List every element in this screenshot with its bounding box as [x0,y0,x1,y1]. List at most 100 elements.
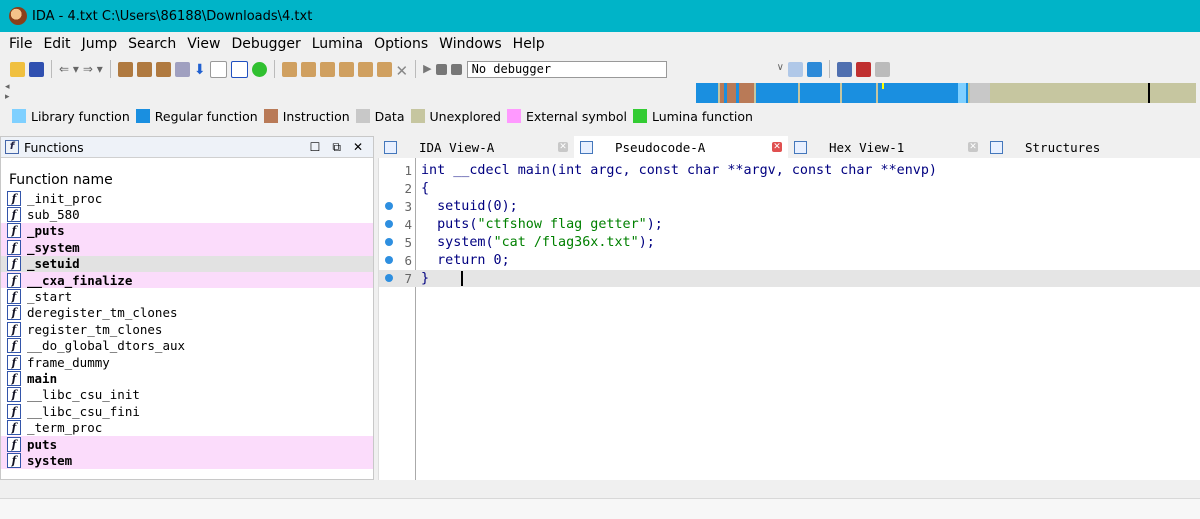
function-list-item[interactable]: f _setuid [1,255,373,272]
function-list-item[interactable]: f deregister_tm_clones [1,305,373,321]
code-line[interactable]: 5 system("cat /flag36x.txt"); [379,234,1200,251]
debug-step-icon[interactable] [806,61,822,77]
function-list-item[interactable]: f system [1,452,373,469]
close-x-icon[interactable]: ✕ [396,62,409,80]
menu-options[interactable]: Options [374,36,428,52]
make-data-icon[interactable] [300,61,316,77]
tab-hex-view-1[interactable]: Hex View-1 ✕ [788,136,984,158]
toolbar-separator [415,60,417,78]
code-line[interactable]: 2{ [379,180,1200,197]
add-struct-icon[interactable] [855,61,871,77]
attach-process-icon[interactable] [787,61,803,77]
close-tab-icon[interactable]: ✕ [772,142,782,152]
make-string-icon[interactable] [319,61,335,77]
navigation-band[interactable] [696,83,1196,103]
function-list-item[interactable]: f __cxa_finalize [1,271,373,289]
close-icon[interactable]: ✕ [353,140,363,155]
search-next-icon[interactable] [174,61,190,77]
run-analysis-icon[interactable] [251,61,267,77]
function-list-item[interactable]: f frame_dummy [1,354,373,370]
function-list-item[interactable]: f _puts [1,222,373,240]
enum-icon[interactable] [874,61,890,77]
function-list-item[interactable]: f _start [1,288,373,305]
breakpoint-dot-icon[interactable] [385,220,393,228]
function-name-column-header[interactable]: Function name [1,158,373,190]
function-name: register_tm_clones [27,321,163,337]
breakpoint-dot-icon[interactable] [385,202,393,210]
graph-mode-icon[interactable] [230,60,248,78]
function-name: __cxa_finalize [27,272,133,288]
function-list-item[interactable]: f register_tm_clones [1,321,373,337]
function-list-item[interactable]: f main [1,370,373,386]
toolbar-separator [273,60,275,78]
menu-lumina[interactable]: Lumina [312,36,363,52]
code-line[interactable]: 4 puts("ctfshow flag getter"); [379,216,1200,233]
menu-view[interactable]: View [187,36,220,52]
function-list-item[interactable]: f _system [1,239,373,256]
menu-help[interactable]: Help [513,36,545,52]
tab-structures[interactable]: Structures [984,136,1164,158]
code-text: { [421,181,430,196]
legend-swatch [263,109,278,123]
pseudocode-view[interactable]: 1 int __cdecl main(int argc, const char *… [378,158,1200,480]
code-line[interactable]: 1 int __cdecl main(int argc, const char *… [379,162,1200,179]
function-list-item[interactable]: f sub_580 [1,206,373,223]
line-number: 7 [404,271,412,286]
function-list-item[interactable]: f __do_global_dtors_aux [1,338,373,354]
code-line[interactable]: 6 return 0; [379,252,1200,269]
toolbar-separator [828,60,830,78]
make-code-icon[interactable] [281,61,297,77]
function-icon: f [7,387,21,403]
function-list-item[interactable]: f _term_proc [1,419,373,436]
view-tabs: IDA View-A ✕ Pseudocode-A ✕ Hex View-1 ✕… [378,136,1200,158]
menu-windows[interactable]: Windows [439,36,502,52]
function-list-item[interactable]: f __libc_csu_fini [1,403,373,419]
tab-pseudocode-a[interactable]: Pseudocode-A ✕ [574,136,788,158]
debugger-select[interactable]: No debugger [466,60,667,78]
nav-scroll-arrows-icon[interactable]: ◂ ▸ [5,82,10,102]
close-tab-icon[interactable]: ✕ [558,142,568,152]
play-icon[interactable]: ▶ [423,62,431,77]
text-search-icon[interactable] [136,61,152,77]
code-line[interactable]: 3 setuid(0); [379,198,1200,215]
function-name: frame_dummy [27,354,110,370]
pause-icon[interactable] [435,63,447,75]
function-list-item[interactable]: f _init_proc [1,190,373,206]
line-number: 6 [404,253,412,268]
output-window[interactable] [0,498,1200,519]
menu-file[interactable]: File [9,36,32,52]
function-icon: f [7,452,21,468]
chevron-down-icon[interactable]: ∨ [777,62,784,77]
menu-edit[interactable]: Edit [43,36,70,52]
undefine-icon[interactable] [357,61,373,77]
structures-icon[interactable] [836,61,852,77]
open-folder-icon[interactable] [10,61,25,77]
float-window-icon[interactable]: ⧉ [332,140,341,155]
menu-jump[interactable]: Jump [82,36,118,52]
breakpoint-dot-icon[interactable] [385,238,393,246]
immediate-search-icon[interactable] [155,61,171,77]
jump-down-icon[interactable]: ⬇ [194,62,206,78]
forward-arrow-icon[interactable]: ⇒ ▾ [83,62,103,77]
window-title: IDA - 4.txt C:\Users\86188\Downloads\4.t… [32,8,313,24]
function-icon: f [7,403,21,419]
back-arrow-icon[interactable]: ⇐ ▾ [59,62,79,77]
stop-icon[interactable] [450,63,462,75]
close-tab-icon[interactable]: ✕ [968,142,978,152]
save-icon[interactable] [29,61,44,77]
text-mode-icon[interactable] [209,60,227,78]
binary-search-icon[interactable] [117,61,133,77]
code-line[interactable]: 7} [379,270,1200,287]
tab-ida-view-a[interactable]: IDA View-A ✕ [378,136,574,158]
menu-debugger[interactable]: Debugger [231,36,300,52]
maximize-icon[interactable]: ☐ [310,140,321,155]
breakpoint-dot-icon[interactable] [385,274,393,282]
function-list-item[interactable]: f __libc_csu_init [1,387,373,403]
make-array-icon[interactable] [338,61,354,77]
function-name: _term_proc [27,420,103,436]
rename-icon[interactable] [376,61,392,77]
breakpoint-dot-icon[interactable] [385,256,393,264]
function-list-item[interactable]: f puts [1,435,373,453]
menu-search[interactable]: Search [128,36,176,52]
legend-label: Data [374,108,405,124]
